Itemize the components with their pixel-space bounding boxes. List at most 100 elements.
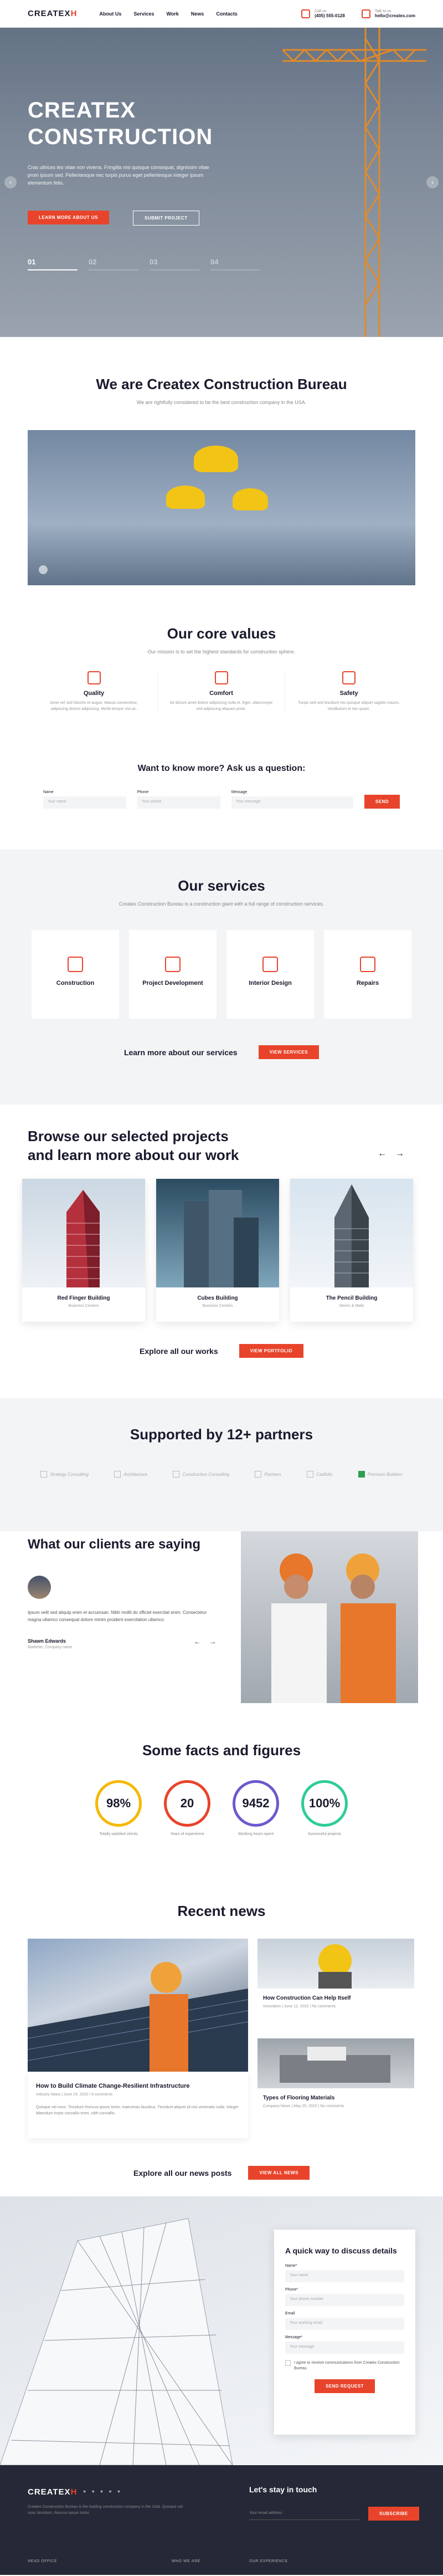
news-card-title[interactable]: Types of Flooring Materials xyxy=(257,2095,414,2101)
logo-mark: H xyxy=(70,9,78,18)
nav-about[interactable]: About Us xyxy=(99,11,121,17)
twitter-icon[interactable]: ● xyxy=(91,2488,94,2494)
project-name: Red Finger Building xyxy=(57,1295,110,1301)
projects-more-text: Explore all our works xyxy=(140,1346,218,1356)
nav-contacts[interactable]: Contacts xyxy=(216,11,238,17)
service-cards: Construction Project Development Interio… xyxy=(0,930,443,1019)
play-icon[interactable] xyxy=(39,565,48,574)
call-us[interactable]: Call us (405) 555-0128 xyxy=(301,9,345,18)
instagram-icon[interactable]: ● xyxy=(117,2488,120,2494)
checkbox-icon[interactable] xyxy=(285,2360,291,2366)
project-card[interactable]: Cubes Building Business Centers xyxy=(156,1179,279,1322)
talk-to-us[interactable]: Talk to us hello@createx.com xyxy=(361,9,415,18)
contact-section: A quick way to discuss details Name* You… xyxy=(0,2196,443,2465)
project-name: Cubes Building xyxy=(197,1295,238,1301)
hero-text: Cras ultrices leo vitae non viverra. Fri… xyxy=(28,165,209,186)
fact-ring: 20 xyxy=(164,1780,210,1827)
testimonial-text: Ipsum velit sed aliquip enim et accumsan… xyxy=(28,1610,207,1622)
facebook-icon[interactable]: ● xyxy=(83,2488,86,2494)
crane-illustration xyxy=(282,28,426,337)
service-title: Repairs xyxy=(356,980,379,987)
youtube-icon[interactable]: ● xyxy=(100,2488,103,2494)
partner-logo[interactable]: Strategy Consulting xyxy=(40,1471,89,1478)
partner-logo[interactable]: Construction Consulting xyxy=(173,1471,229,1478)
send-request-button[interactable]: Send request xyxy=(314,2379,375,2393)
service-card[interactable]: Repairs xyxy=(324,930,411,1019)
view-all-news-button[interactable]: View all news xyxy=(248,2166,310,2180)
service-card[interactable]: Interior Design xyxy=(226,930,314,1019)
news-card[interactable]: How Construction Can Help Itself Innovat… xyxy=(257,1939,414,2008)
slide-tab[interactable]: 02 xyxy=(89,258,138,270)
news-card[interactable]: Types of Flooring Materials Company News… xyxy=(257,2038,414,2108)
service-card[interactable]: Project Development xyxy=(129,930,217,1019)
consent-text: I agree to receive communications from C… xyxy=(294,2361,400,2370)
services-section: Our services Createx Construction Bureau… xyxy=(0,850,443,1105)
news-main-title[interactable]: How to Build Climate Change-Resilient In… xyxy=(36,2083,240,2089)
interior-design-icon xyxy=(262,957,278,972)
contact-message-input[interactable]: Your message xyxy=(285,2342,404,2354)
consent-checkbox[interactable]: I agree to receive communications from C… xyxy=(285,2360,404,2371)
project-card[interactable]: The Pencil Building Stores & Malls xyxy=(290,1179,413,1322)
project-image xyxy=(290,1179,413,1287)
partner-logo[interactable]: Architecture xyxy=(114,1471,147,1478)
view-portfolio-button[interactable]: View portfolio xyxy=(239,1344,303,1358)
view-services-button[interactable]: View services xyxy=(258,1045,320,1059)
arrow-left-icon[interactable]: ← xyxy=(378,1149,387,1159)
partner-logo[interactable]: Cadfolio xyxy=(307,1471,332,1478)
footer-col-title: WHO WE ARE xyxy=(172,2559,200,2563)
submit-project-button[interactable]: Submit project xyxy=(133,211,199,226)
news-more-text: Explore all our news posts xyxy=(133,2168,232,2178)
arrow-right-icon[interactable]: → xyxy=(395,1149,404,1159)
about-video[interactable] xyxy=(28,430,415,585)
logo[interactable]: CREATEXH xyxy=(28,9,77,18)
subscribe-button[interactable]: Subscribe xyxy=(368,2507,419,2521)
slide-tab[interactable]: 03 xyxy=(150,258,199,270)
project-type: Business Centers xyxy=(202,1304,233,1308)
hero: CREATEX CONSTRUCTION Cras ultrices leo vi… xyxy=(0,0,443,337)
arrow-left-icon[interactable]: ← xyxy=(194,1638,200,1645)
name-input[interactable]: Your name xyxy=(43,796,126,809)
linkedin-icon[interactable]: ● xyxy=(109,2488,111,2494)
ask-question-section: Want to know more? Ask us a question: Na… xyxy=(0,758,443,850)
talk-label: Talk to us xyxy=(374,9,392,13)
arrow-right-icon[interactable]: → xyxy=(209,1638,216,1645)
contact-phone-input[interactable]: Your phone number xyxy=(285,2294,404,2306)
slide-indicators: 01 02 03 04 xyxy=(28,258,260,270)
main-nav: About Us Services Work News Contacts xyxy=(99,11,237,17)
about-title: We are Createx Construction Bureau xyxy=(96,376,347,392)
nav-work[interactable]: Work xyxy=(166,11,178,17)
partner-logo[interactable]: Premium Builders xyxy=(358,1471,403,1478)
value-item: Safety Turpis sed sed tincidunt nisi quis… xyxy=(285,671,413,712)
header-contacts: Call us (405) 555-0128 Talk to us hello@cr… xyxy=(301,9,415,18)
contact-form: A quick way to discuss details Name* You… xyxy=(274,2230,415,2435)
learn-more-button[interactable]: Learn more about us xyxy=(28,211,109,224)
footer-email-input[interactable]: Your email address xyxy=(249,2507,360,2520)
about-section: We are Createx Construction Bureau We ar… xyxy=(0,337,443,625)
call-label: Call us xyxy=(315,9,327,13)
send-button[interactable]: Send xyxy=(364,795,400,809)
news-card-meta: Company News | May 29, 2020 | No comment… xyxy=(263,2104,344,2108)
slide-tab[interactable]: 01 xyxy=(28,258,78,270)
value-text: Turpis sed sed tincidunt nisi quisque al… xyxy=(298,701,400,711)
project-card[interactable]: Red Finger Building Business Centers xyxy=(22,1179,145,1322)
news-main-image[interactable] xyxy=(28,1939,248,2072)
contact-name-input[interactable]: Your name xyxy=(285,2270,404,2282)
safety-icon xyxy=(342,671,356,684)
nav-services[interactable]: Services xyxy=(133,11,154,17)
service-card[interactable]: Construction xyxy=(32,930,119,1019)
news-card-title[interactable]: How Construction Can Help Itself xyxy=(257,1995,414,2001)
call-value: (405) 555-0128 xyxy=(315,13,345,18)
fact-ring: 98% xyxy=(95,1780,142,1827)
prev-slide-arrow-icon[interactable]: ‹ xyxy=(4,176,17,188)
partner-logo[interactable]: Partners xyxy=(255,1471,281,1478)
footer-logo-mark: H xyxy=(70,2487,78,2497)
next-slide-arrow-icon[interactable]: › xyxy=(426,176,439,188)
contact-email-input[interactable]: Your working email xyxy=(285,2318,404,2330)
message-input[interactable]: Your message xyxy=(231,796,353,809)
nav-news[interactable]: News xyxy=(191,11,204,17)
phone-input[interactable]: Your phone xyxy=(137,796,220,809)
partner-name: Strategy Consulting xyxy=(50,1471,89,1477)
project-image xyxy=(22,1179,145,1287)
slide-tab[interactable]: 04 xyxy=(210,258,260,270)
quality-icon xyxy=(87,671,101,684)
